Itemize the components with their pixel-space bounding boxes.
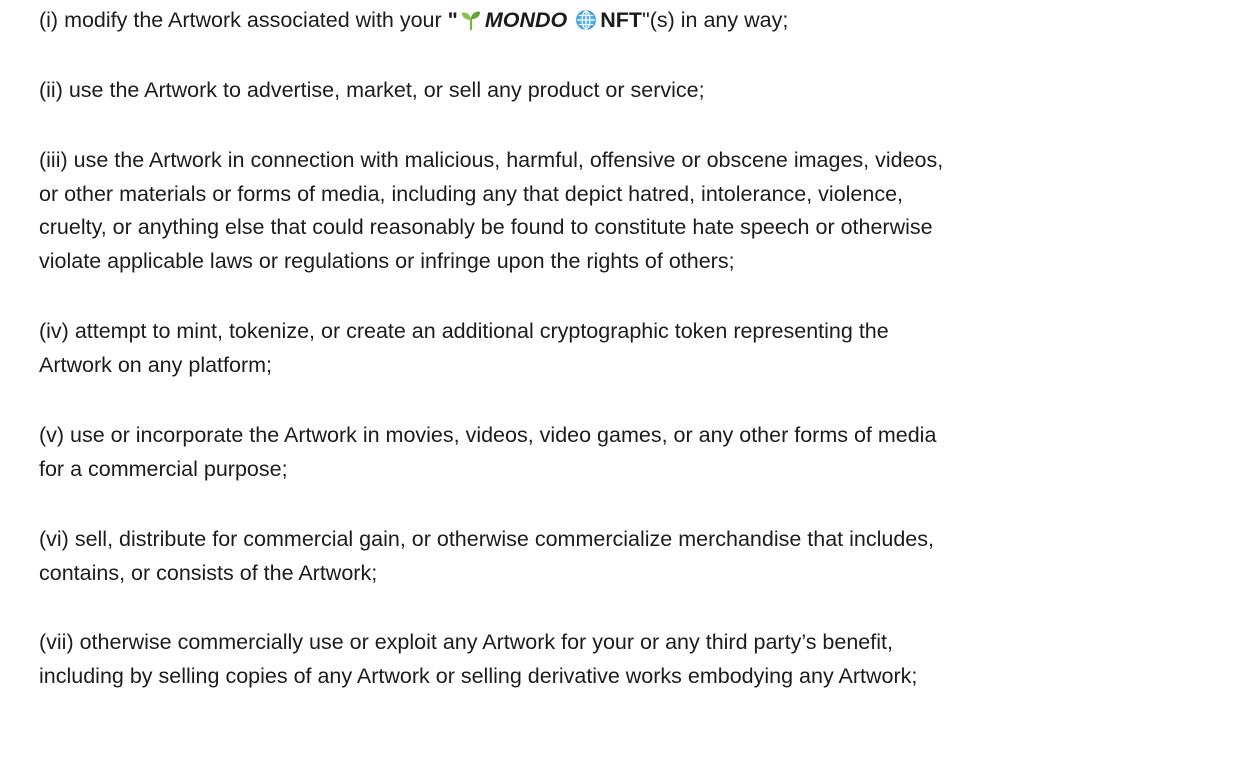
clause-iv-line-1: (iv) attempt to mint, tokenize, or creat… bbox=[39, 319, 889, 343]
document-page: (i) modify the Artwork associated with y… bbox=[0, 0, 1253, 779]
clause-vi-line-1: (vi) sell, distribute for commercial gai… bbox=[39, 527, 934, 551]
clause-iii-line-2: or other materials or forms of media, in… bbox=[39, 181, 904, 206]
clause-vi-line-2: contains, or consists of the Artwork; bbox=[39, 560, 378, 585]
clause-iii-line-1: (iii) use the Artwork in connection with… bbox=[39, 148, 944, 172]
clause-v-line-2: for a commercial purpose; bbox=[39, 456, 288, 481]
clause-iii: (iii) use the Artwork in connection with… bbox=[39, 144, 1239, 278]
globe-icon bbox=[575, 9, 597, 31]
clause-vii-line-1: (vii) otherwise commercially use or expl… bbox=[39, 630, 893, 654]
clause-i-line: (i) modify the Artwork associated with y… bbox=[39, 4, 1239, 38]
clause-v: (v) use or incorporate the Artwork in mo… bbox=[39, 419, 1239, 486]
brand-name: MONDO bbox=[484, 8, 568, 32]
clause-i-intro: (i) modify the Artwork associated with y… bbox=[39, 8, 448, 32]
clause-vii-line-2: including by selling copies of any Artwo… bbox=[39, 663, 918, 688]
clause-iii-line-3: cruelty, or anything else that could rea… bbox=[39, 215, 933, 239]
clause-vi: (vi) sell, distribute for commercial gai… bbox=[39, 523, 1239, 590]
open-quote: " bbox=[447, 8, 458, 32]
clause-v-line-1: (v) use or incorporate the Artwork in mo… bbox=[39, 423, 937, 447]
clause-i: (i) modify the Artwork associated with y… bbox=[39, 4, 1239, 38]
clause-iv: (iv) attempt to mint, tokenize, or creat… bbox=[39, 315, 1239, 382]
clause-ii: (ii) use the Artwork to advertise, marke… bbox=[39, 74, 1239, 108]
seedling-icon bbox=[460, 9, 482, 31]
clause-iii-line-4: violate applicable laws or regulations o… bbox=[39, 248, 735, 273]
clause-i-close: "(s) in any way; bbox=[642, 8, 789, 32]
clause-iv-line-2: Artwork on any platform; bbox=[39, 352, 273, 377]
clause-vii: (vii) otherwise commercially use or expl… bbox=[39, 626, 1239, 693]
nft-label: NFT bbox=[600, 8, 643, 32]
clause-ii-line-1: (ii) use the Artwork to advertise, marke… bbox=[39, 78, 705, 102]
